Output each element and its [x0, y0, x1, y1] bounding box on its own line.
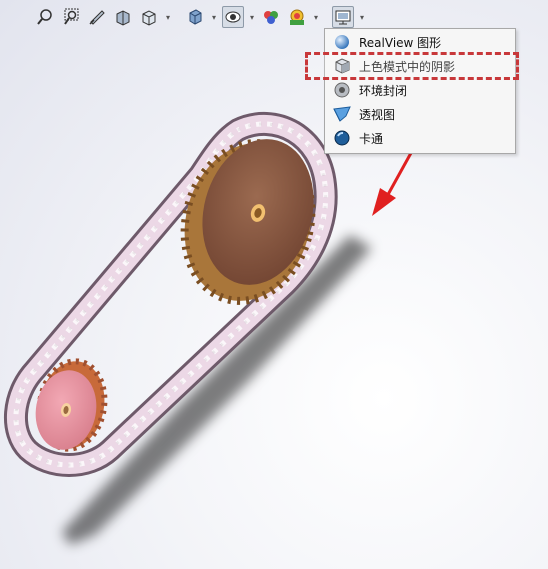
apply-scene-icon[interactable] [286, 6, 308, 28]
view-settings-menu: RealView 图形 上色模式中的阴影 环境封闭 透视图 卡通 [324, 28, 516, 154]
menu-item-cartoon[interactable]: 卡通 [325, 127, 515, 149]
chevron-down-icon[interactable]: ▾ [248, 6, 256, 28]
menu-item-perspective[interactable]: 透视图 [325, 103, 515, 125]
menu-item-label: 环境封闭 [359, 83, 408, 98]
menu-item-label: 透视图 [359, 107, 396, 122]
edit-appearance-icon[interactable] [260, 6, 282, 28]
chevron-down-icon[interactable]: ▾ [210, 6, 218, 28]
highlight-box [305, 52, 519, 80]
cartoon-icon [333, 129, 351, 147]
chevron-down-icon[interactable]: ▾ [312, 6, 320, 28]
section-view-icon[interactable] [112, 6, 134, 28]
display-style-icon[interactable] [184, 6, 206, 28]
menu-item-realview[interactable]: RealView 图形 [325, 31, 515, 53]
zoom-to-area-icon[interactable] [60, 6, 82, 28]
chevron-down-icon[interactable]: ▾ [164, 6, 172, 28]
hide-show-items-icon[interactable] [222, 6, 244, 28]
chevron-down-icon[interactable]: ▾ [358, 6, 366, 28]
menu-item-ambient-occlusion[interactable]: 环境封闭 [325, 79, 515, 101]
realview-sphere-icon [333, 33, 351, 51]
view-orientation-icon[interactable] [138, 6, 160, 28]
menu-item-label: 卡通 [359, 131, 384, 146]
menu-item-label: RealView 图形 [359, 35, 442, 50]
ambient-occlusion-icon [333, 81, 351, 99]
view-settings-icon[interactable] [332, 6, 354, 28]
zoom-to-fit-icon[interactable] [34, 6, 56, 28]
perspective-icon [333, 105, 351, 123]
previous-view-icon[interactable] [86, 6, 108, 28]
